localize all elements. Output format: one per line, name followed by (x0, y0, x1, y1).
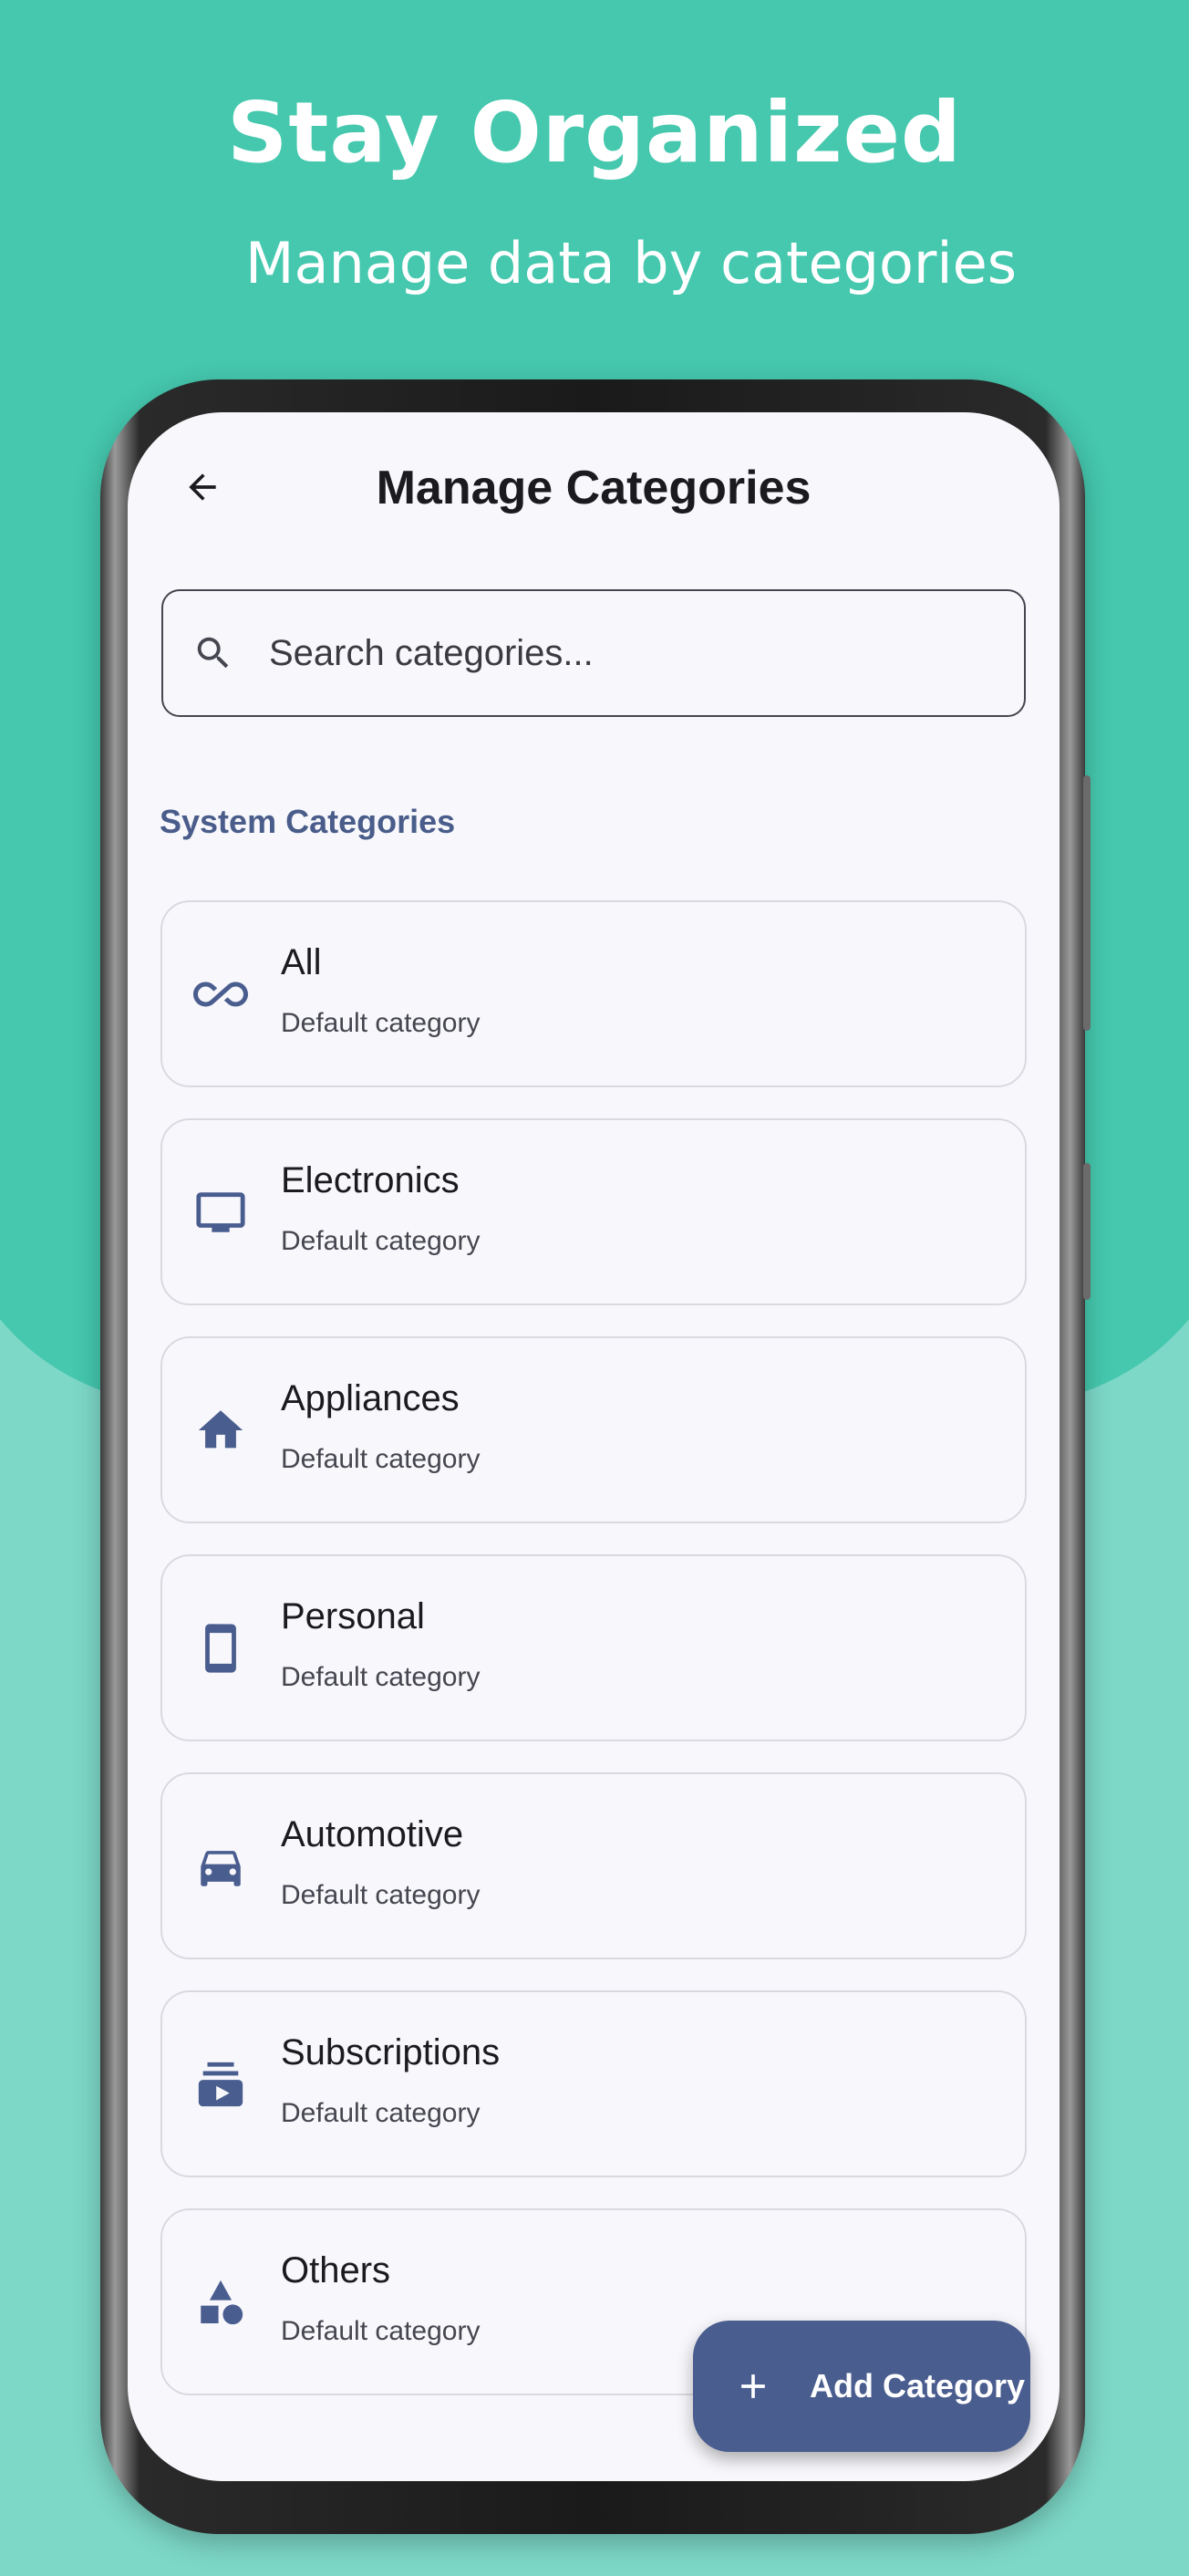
section-label: System Categories (160, 803, 456, 840)
shapes-icon (193, 2210, 248, 2394)
category-card-subscriptions[interactable]: Subscriptions Default category (160, 1990, 1027, 2177)
category-card-all[interactable]: All Default category (160, 900, 1027, 1087)
category-name: All (281, 942, 322, 982)
smartphone-icon (193, 1556, 248, 1740)
category-name: Others (281, 2250, 391, 2290)
category-name: Appliances (281, 1378, 460, 1418)
category-card-personal[interactable]: Personal Default category (160, 1554, 1027, 1741)
category-description: Default category (281, 1662, 481, 1692)
phone-volume-button (1083, 775, 1091, 1031)
promo-subtitle: Manage data by categories (244, 230, 1018, 296)
car-icon (193, 1774, 248, 1958)
infinity-icon (193, 902, 248, 1085)
search-field[interactable] (161, 589, 1026, 717)
app-screen: Manage Categories System Categories All … (128, 412, 1060, 2481)
category-description: Default category (281, 1226, 481, 1256)
tv-icon (193, 1120, 248, 1304)
search-input[interactable] (267, 631, 964, 675)
category-name: Personal (281, 1596, 425, 1636)
home-icon (193, 1338, 248, 1522)
category-card-electronics[interactable]: Electronics Default category (160, 1118, 1027, 1305)
category-name: Automotive (281, 1814, 464, 1854)
category-card-automotive[interactable]: Automotive Default category (160, 1772, 1027, 1959)
category-description: Default category (281, 1444, 481, 1474)
search-icon (192, 632, 234, 674)
page-title: Manage Categories (376, 462, 812, 514)
phone-power-button (1083, 1163, 1091, 1300)
add-category-label: Add Category (810, 2367, 1026, 2405)
category-description: Default category (281, 1008, 481, 1038)
category-card-appliances[interactable]: Appliances Default category (160, 1336, 1027, 1523)
add-category-button[interactable]: Add Category (693, 2321, 1030, 2452)
category-description: Default category (281, 2098, 481, 2128)
plus-icon (733, 2366, 773, 2406)
category-name: Electronics (281, 1160, 460, 1200)
category-description: Default category (281, 2316, 481, 2346)
category-description: Default category (281, 1880, 481, 1910)
promo-title: Stay Organized (227, 84, 962, 182)
category-name: Subscriptions (281, 2032, 501, 2072)
subscriptions-icon (193, 1992, 248, 2176)
category-list: All Default category Electronics Default… (160, 900, 1027, 2426)
